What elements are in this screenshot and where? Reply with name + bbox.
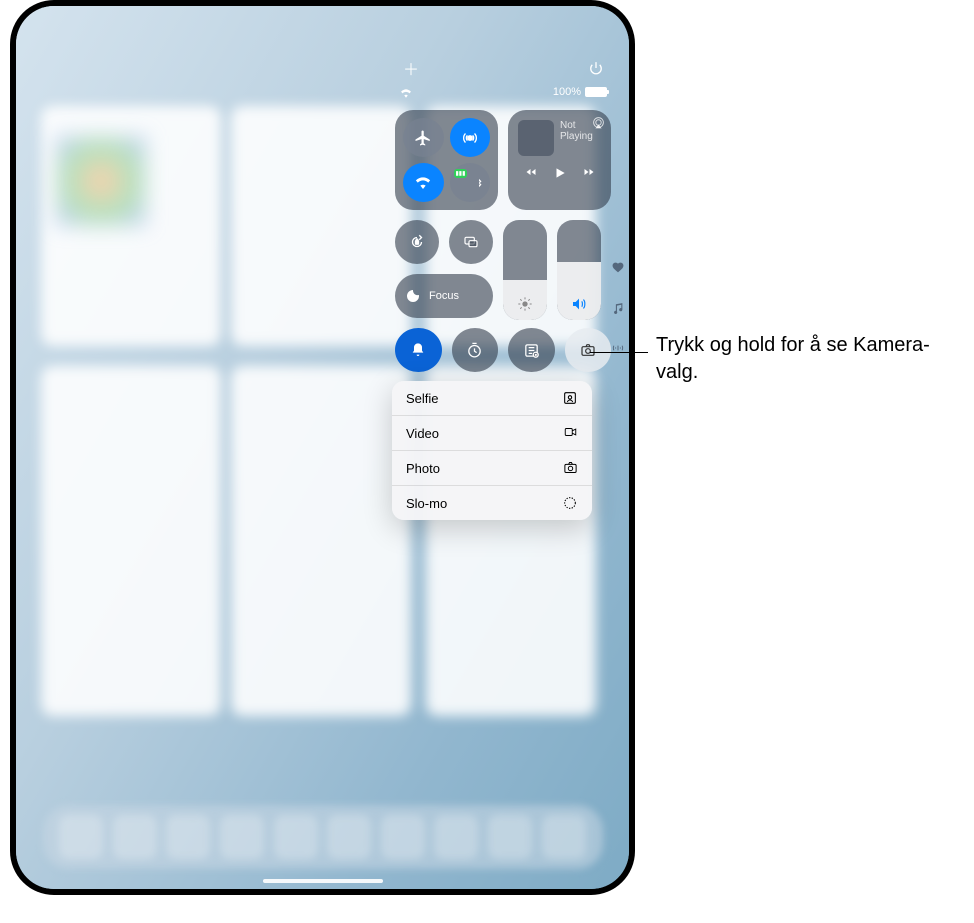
wifi-status-icon xyxy=(399,87,413,98)
heart-icon[interactable] xyxy=(611,261,625,274)
dock-app[interactable] xyxy=(542,815,586,859)
dock-app[interactable] xyxy=(220,815,264,859)
orientation-lock-button[interactable] xyxy=(395,220,439,264)
forward-button[interactable] xyxy=(581,166,597,180)
menu-label: Selfie xyxy=(406,391,439,406)
camera-button[interactable] xyxy=(565,328,612,372)
menu-item-video[interactable]: Video xyxy=(392,416,592,451)
brightness-slider[interactable] xyxy=(503,220,547,320)
focus-button[interactable]: Focus xyxy=(395,274,493,318)
dock-app[interactable] xyxy=(59,815,103,859)
dock-app[interactable] xyxy=(381,815,425,859)
timer-button[interactable] xyxy=(452,328,499,372)
cellular-bluetooth-button[interactable]: ▮▮▮ xyxy=(450,163,491,202)
status-bar: 100% xyxy=(395,86,611,98)
camera-options-menu: Selfie Video Photo Slo-mo xyxy=(392,381,592,520)
music-note-icon[interactable] xyxy=(611,300,625,315)
menu-item-slomo[interactable]: Slo-mo xyxy=(392,486,592,520)
dock-app[interactable] xyxy=(113,815,157,859)
dock-app[interactable] xyxy=(488,815,532,859)
brightness-icon xyxy=(517,296,533,312)
dock-app[interactable] xyxy=(327,815,371,859)
add-control-icon[interactable]: ＋ xyxy=(403,56,419,80)
rewind-button[interactable] xyxy=(523,166,539,180)
home-indicator[interactable] xyxy=(263,879,383,883)
side-panel-icons xyxy=(611,261,625,355)
volume-slider[interactable] xyxy=(557,220,601,320)
moon-icon xyxy=(405,288,421,304)
menu-label: Video xyxy=(406,426,439,441)
menu-item-selfie[interactable]: Selfie xyxy=(392,381,592,416)
callout-text: Trykk og hold for å se Kamera-valg. xyxy=(656,332,936,386)
top-control-row: ＋ xyxy=(395,56,611,80)
wifi-button[interactable] xyxy=(403,163,444,202)
dock xyxy=(43,805,603,869)
media-controls xyxy=(518,166,601,180)
dock-app[interactable] xyxy=(166,815,210,859)
dock-app[interactable] xyxy=(274,815,318,859)
slomo-icon xyxy=(562,495,578,511)
focus-label: Focus xyxy=(429,290,459,302)
ipad-device-frame: ＋ 100% xyxy=(10,0,635,895)
menu-label: Photo xyxy=(406,461,440,476)
battery-status: 100% xyxy=(553,86,607,98)
airdrop-button[interactable] xyxy=(450,118,491,157)
volume-icon xyxy=(570,296,588,312)
background-window-content xyxy=(56,136,146,226)
power-icon[interactable] xyxy=(589,61,603,75)
photo-icon xyxy=(562,460,578,476)
dock-app[interactable] xyxy=(434,815,478,859)
airplane-mode-button[interactable] xyxy=(403,118,444,157)
album-art-placeholder xyxy=(518,120,554,156)
callout-line xyxy=(590,352,648,353)
connectivity-tile[interactable]: ▮▮▮ xyxy=(395,110,498,210)
background-window xyxy=(231,366,411,716)
battery-percent-text: 100% xyxy=(553,86,581,98)
control-center: ＋ 100% xyxy=(395,56,611,372)
video-icon xyxy=(562,425,578,441)
ipad-screen: ＋ 100% xyxy=(16,6,629,889)
now-playing-tile[interactable]: Not Playing xyxy=(508,110,611,210)
background-window xyxy=(41,366,221,716)
menu-item-photo[interactable]: Photo xyxy=(392,451,592,486)
screen-mirroring-button[interactable] xyxy=(449,220,493,264)
silent-mode-button[interactable] xyxy=(395,328,442,372)
battery-icon xyxy=(585,87,607,97)
airplay-icon[interactable] xyxy=(592,116,605,129)
menu-label: Slo-mo xyxy=(406,496,447,511)
quick-note-button[interactable] xyxy=(508,328,555,372)
selfie-icon xyxy=(562,390,578,406)
background-window xyxy=(231,106,411,346)
play-button[interactable] xyxy=(553,166,567,180)
